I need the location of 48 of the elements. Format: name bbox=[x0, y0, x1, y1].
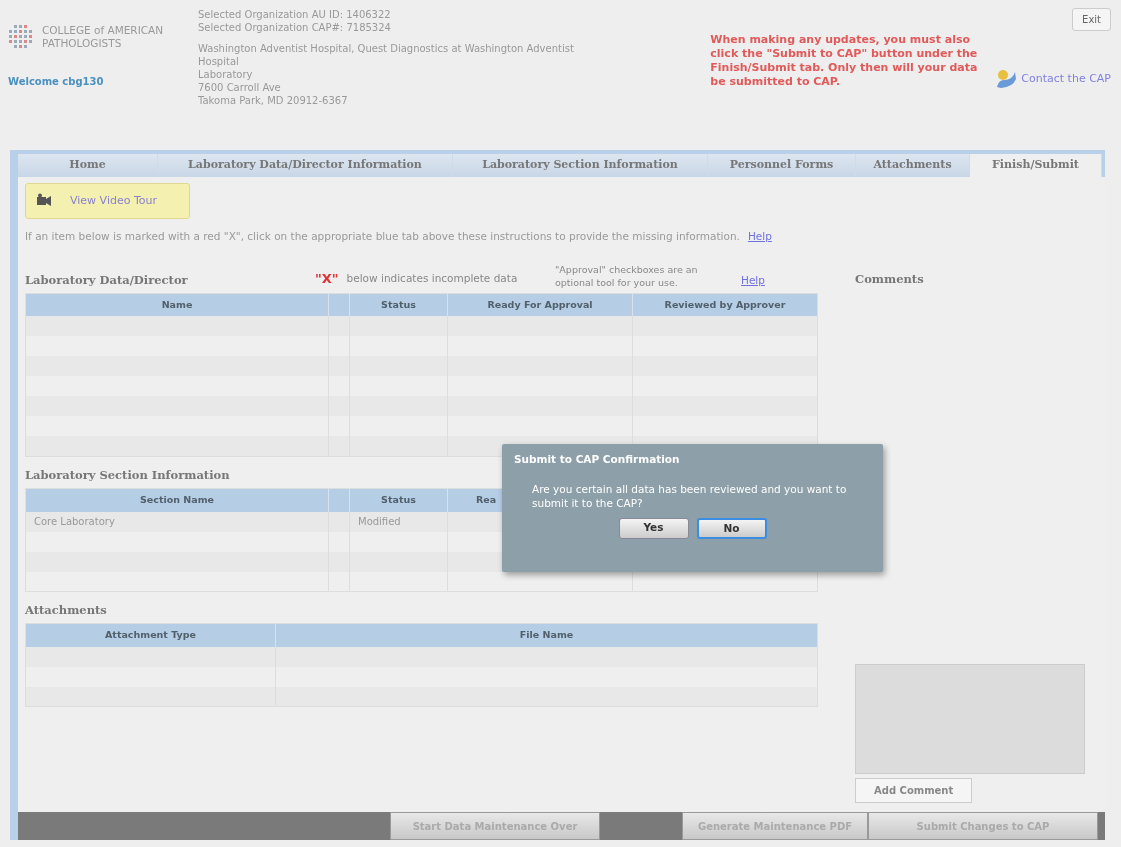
approval-note: "Approval" checkboxes are an optional tool for your use. bbox=[555, 262, 699, 289]
table-cell: Modified bbox=[349, 511, 448, 532]
instructions-text: If an item below is marked with a red "X", click on the appropriate blue tab above these instructions to provide the missing information. bbox=[25, 229, 740, 244]
org-info-text: Selected Organization AU ID: 1406322 bbox=[198, 8, 392, 21]
welcome-text: Welcome cbg130 bbox=[8, 75, 105, 89]
address-text: Takoma Park, MD 20912-6367 bbox=[198, 94, 349, 107]
column-header: Attachment Type bbox=[25, 623, 276, 647]
column-header: Status bbox=[349, 293, 448, 317]
video-tour-button[interactable]: View Video Tour bbox=[25, 183, 190, 219]
help-link[interactable]: Help bbox=[747, 229, 772, 245]
video-camera-icon bbox=[36, 193, 52, 209]
update-notice: When making any updates, you must also click the "Submit to CAP" button under the Finish/Submit tab. Only then will your data be submitted to CAP. bbox=[710, 33, 979, 89]
exit-button[interactable]: Exit bbox=[1072, 8, 1111, 31]
dialog-title: Submit to CAP Confirmation bbox=[514, 452, 681, 467]
dialog-button[interactable]: Yes bbox=[618, 517, 689, 539]
address-text: Washington Adventist Hospital, Quest Diagnostics at Washington Adventist bbox=[198, 42, 575, 55]
help-link[interactable]: Help bbox=[741, 273, 765, 289]
address-text: 7600 Carroll Ave bbox=[198, 81, 282, 94]
tab[interactable]: Finish/Submit bbox=[970, 154, 1102, 177]
section-title: Laboratory Data/Director bbox=[25, 271, 189, 289]
column-header: Name bbox=[25, 293, 329, 317]
section-title: Attachments bbox=[25, 602, 108, 619]
column-header: Status bbox=[349, 488, 448, 512]
comment-box[interactable] bbox=[855, 664, 1085, 775]
logo-text: COLLEGE of AMERICAN bbox=[42, 24, 164, 37]
column-header: Ready For Approval bbox=[447, 293, 633, 317]
org-info-text: Selected Organization CAP#: 7185324 bbox=[198, 21, 392, 34]
address-text: Hospital bbox=[198, 55, 240, 68]
add-comment-button[interactable]: Add Comment bbox=[855, 778, 973, 804]
tab[interactable]: Attachments bbox=[856, 154, 970, 177]
section-title: Laboratory Section Information bbox=[25, 466, 231, 484]
column-header: File Name bbox=[275, 623, 818, 647]
tab[interactable]: Laboratory Data/Director Information bbox=[158, 154, 453, 177]
tab[interactable]: Home bbox=[18, 154, 158, 177]
logo-text: PATHOLOGISTS bbox=[42, 37, 123, 50]
column-header: Reviewed by Approver bbox=[632, 293, 818, 317]
address-text: Laboratory bbox=[198, 68, 254, 81]
people-icon bbox=[995, 69, 1018, 89]
dialog-button[interactable]: No bbox=[696, 517, 767, 539]
legend-text: below indicates incomplete data bbox=[346, 271, 518, 287]
column-header: Section Name bbox=[25, 488, 329, 512]
logo-icon bbox=[8, 24, 34, 50]
table-cell: Core Laboratory bbox=[25, 511, 329, 532]
comments-title: Comments bbox=[855, 271, 925, 288]
contact-link[interactable]: Contact the CAP bbox=[995, 69, 1111, 89]
tab[interactable]: Personnel Forms bbox=[708, 154, 856, 177]
tab[interactable]: Laboratory Section Information bbox=[453, 154, 708, 177]
x-mark: "X" bbox=[315, 270, 339, 289]
